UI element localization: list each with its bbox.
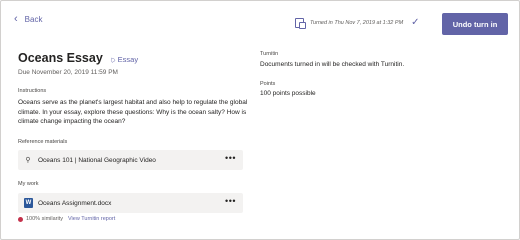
turnitin-text: Documents turned in will be checked with…	[260, 61, 405, 68]
word-file-icon: W	[24, 198, 33, 208]
instructions-label: Instructions	[18, 88, 47, 94]
work-file-item[interactable]: W Oceans Assignment.docx •••	[18, 193, 243, 213]
view-turnitin-report-link[interactable]: View Turnitin report	[68, 216, 115, 222]
turnitin-label: Turnitin	[260, 51, 279, 57]
undo-turn-in-button[interactable]: Undo turn in	[442, 13, 508, 35]
link-icon: ⚲	[25, 157, 31, 164]
back-button[interactable]: ‹ Back	[14, 13, 43, 25]
instructions-text: Oceans serve as the planet's largest hab…	[18, 99, 248, 125]
chevron-left-icon: ‹	[14, 13, 18, 25]
turned-in-status: Turned in Thu Nov 7, 2019 at 1:32 PM ✓	[295, 17, 420, 29]
reference-item-label: Oceans 101 | National Geographic Video	[38, 156, 156, 164]
points-text: 100 points possible	[260, 90, 316, 97]
assignment-details-panel: ‹ Back Turned in Thu Nov 7, 2019 at 1:32…	[0, 0, 520, 240]
reference-materials-label: Reference materials	[18, 139, 68, 145]
back-label: Back	[24, 14, 43, 24]
my-work-label: My work	[18, 181, 39, 187]
category-label: Essay	[117, 55, 139, 64]
red-dot-icon	[18, 216, 23, 222]
more-options-icon[interactable]: •••	[225, 196, 236, 206]
assignment-title: Oceans Essay	[18, 51, 103, 65]
tag-icon: ⌂	[107, 54, 117, 65]
similarity-text: 100% similarity	[26, 216, 63, 222]
checkmark-icon: ✓	[411, 17, 420, 28]
category-tag[interactable]: ⌂ Essay	[107, 54, 139, 65]
document-icon	[295, 17, 306, 29]
more-options-icon[interactable]: •••	[225, 153, 236, 163]
reference-item[interactable]: ⚲ Oceans 101 | National Geographic Video…	[18, 150, 243, 170]
due-date: Due November 20, 2019 11:59 PM	[18, 69, 118, 76]
turned-in-text: Turned in Thu Nov 7, 2019 at 1:32 PM	[310, 19, 404, 26]
similarity-row: 100% similarity View Turnitin report	[18, 216, 115, 222]
title-row: Oceans Essay ⌂ Essay	[18, 51, 138, 65]
points-label: Points	[260, 81, 276, 87]
work-file-label: Oceans Assignment.docx	[38, 199, 112, 207]
